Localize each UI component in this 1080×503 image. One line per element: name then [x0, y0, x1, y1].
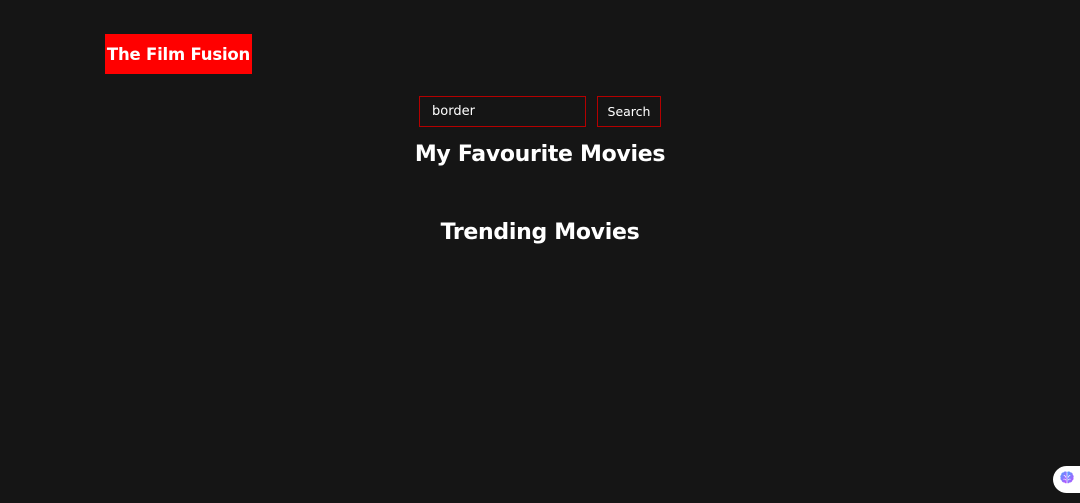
assistant-widget-button[interactable] [1053, 466, 1080, 493]
search-input[interactable] [419, 96, 586, 127]
search-bar: Search [419, 96, 661, 127]
search-button[interactable]: Search [597, 96, 661, 127]
site-logo[interactable]: The Film Fusion [105, 34, 252, 74]
trending-heading: Trending Movies [440, 220, 640, 245]
page: The Film Fusion Search My Favourite Movi… [0, 0, 1080, 503]
brain-icon [1059, 470, 1075, 490]
favourites-heading: My Favourite Movies [414, 142, 666, 167]
